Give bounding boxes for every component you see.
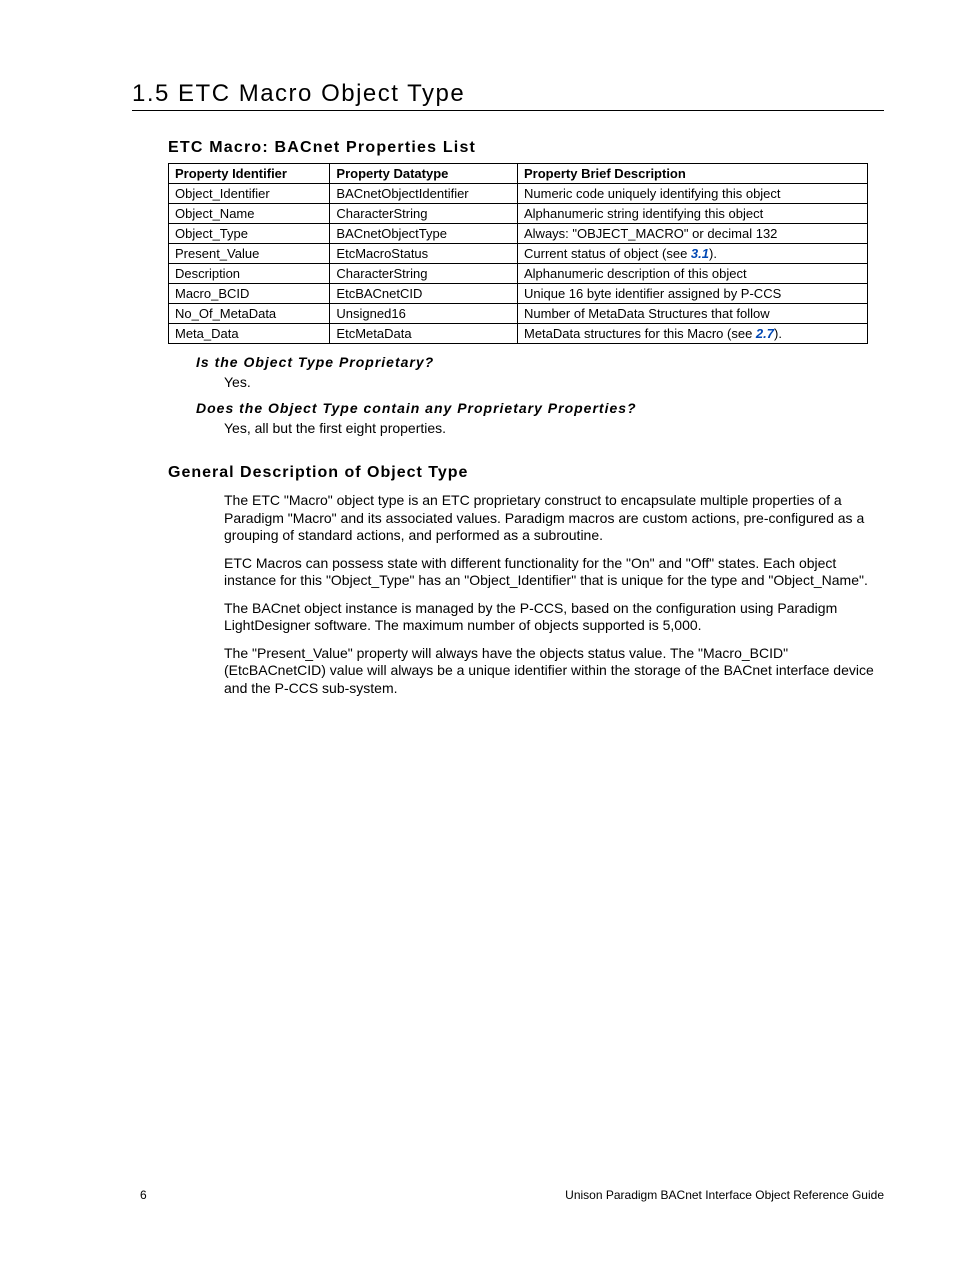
- body-paragraph: ETC Macros can possess state with differ…: [224, 555, 884, 590]
- cell-property-datatype: EtcBACnetCID: [330, 284, 518, 304]
- cell-property-description: Alphanumeric description of this object: [518, 264, 868, 284]
- table-row: Meta_DataEtcMetaDataMetaData structures …: [169, 324, 868, 344]
- cell-property-description: Always: "OBJECT_MACRO" or decimal 132: [518, 224, 868, 244]
- properties-table: Property Identifier Property Datatype Pr…: [168, 163, 868, 344]
- cell-property-description: Numeric code uniquely identifying this o…: [518, 184, 868, 204]
- question-proprietary-props: Does the Object Type contain any Proprie…: [196, 400, 884, 416]
- cell-property-datatype: BACnetObjectType: [330, 224, 518, 244]
- answer-proprietary-props: Yes, all but the first eight properties.: [224, 420, 884, 436]
- col-header-datatype: Property Datatype: [330, 164, 518, 184]
- table-row: Object_TypeBACnetObjectTypeAlways: "OBJE…: [169, 224, 868, 244]
- table-header-row: Property Identifier Property Datatype Pr…: [169, 164, 868, 184]
- cross-reference-link[interactable]: 2.7: [756, 326, 774, 341]
- table-heading: ETC Macro: BACnet Properties List: [168, 139, 884, 157]
- table-row: No_Of_MetaDataUnsigned16Number of MetaDa…: [169, 304, 868, 324]
- cell-property-datatype: EtcMetaData: [330, 324, 518, 344]
- body-paragraph: The "Present_Value" property will always…: [224, 645, 884, 698]
- cell-property-description: Number of MetaData Structures that follo…: [518, 304, 868, 324]
- cell-property-datatype: Unsigned16: [330, 304, 518, 324]
- section-heading: 1.5 ETC Macro Object Type: [132, 80, 884, 111]
- cell-property-datatype: BACnetObjectIdentifier: [330, 184, 518, 204]
- section-number: 1.5: [132, 80, 170, 107]
- cell-property-identifier: Present_Value: [169, 244, 330, 264]
- question-proprietary-type: Is the Object Type Proprietary?: [196, 354, 884, 370]
- page-footer: 6 Unison Paradigm BACnet Interface Objec…: [140, 1188, 884, 1202]
- cell-property-identifier: Object_Type: [169, 224, 330, 244]
- answer-proprietary-type: Yes.: [224, 374, 884, 390]
- cell-property-description: Current status of object (see 3.1).: [518, 244, 868, 264]
- section-title: ETC Macro Object Type: [178, 80, 465, 107]
- cell-property-identifier: No_Of_MetaData: [169, 304, 330, 324]
- cell-property-description: MetaData structures for this Macro (see …: [518, 324, 868, 344]
- doc-title: Unison Paradigm BACnet Interface Object …: [565, 1188, 884, 1202]
- body-paragraph: The ETC "Macro" object type is an ETC pr…: [224, 492, 884, 545]
- table-row: Macro_BCIDEtcBACnetCIDUnique 16 byte ide…: [169, 284, 868, 304]
- cell-property-identifier: Description: [169, 264, 330, 284]
- cell-property-description: Alphanumeric string identifying this obj…: [518, 204, 868, 224]
- cell-property-datatype: CharacterString: [330, 204, 518, 224]
- cell-property-description: Unique 16 byte identifier assigned by P-…: [518, 284, 868, 304]
- table-row: Object_NameCharacterStringAlphanumeric s…: [169, 204, 868, 224]
- col-header-identifier: Property Identifier: [169, 164, 330, 184]
- table-row: DescriptionCharacterStringAlphanumeric d…: [169, 264, 868, 284]
- cell-property-identifier: Object_Name: [169, 204, 330, 224]
- cell-property-datatype: CharacterString: [330, 264, 518, 284]
- cell-property-identifier: Object_Identifier: [169, 184, 330, 204]
- cell-property-identifier: Macro_BCID: [169, 284, 330, 304]
- cross-reference-link[interactable]: 3.1: [691, 246, 709, 261]
- general-description-heading: General Description of Object Type: [168, 464, 884, 482]
- col-header-description: Property Brief Description: [518, 164, 868, 184]
- page-number: 6: [140, 1188, 147, 1202]
- table-row: Object_IdentifierBACnetObjectIdentifierN…: [169, 184, 868, 204]
- body-paragraph: The BACnet object instance is managed by…: [224, 600, 884, 635]
- table-row: Present_ValueEtcMacroStatusCurrent statu…: [169, 244, 868, 264]
- cell-property-identifier: Meta_Data: [169, 324, 330, 344]
- cell-property-datatype: EtcMacroStatus: [330, 244, 518, 264]
